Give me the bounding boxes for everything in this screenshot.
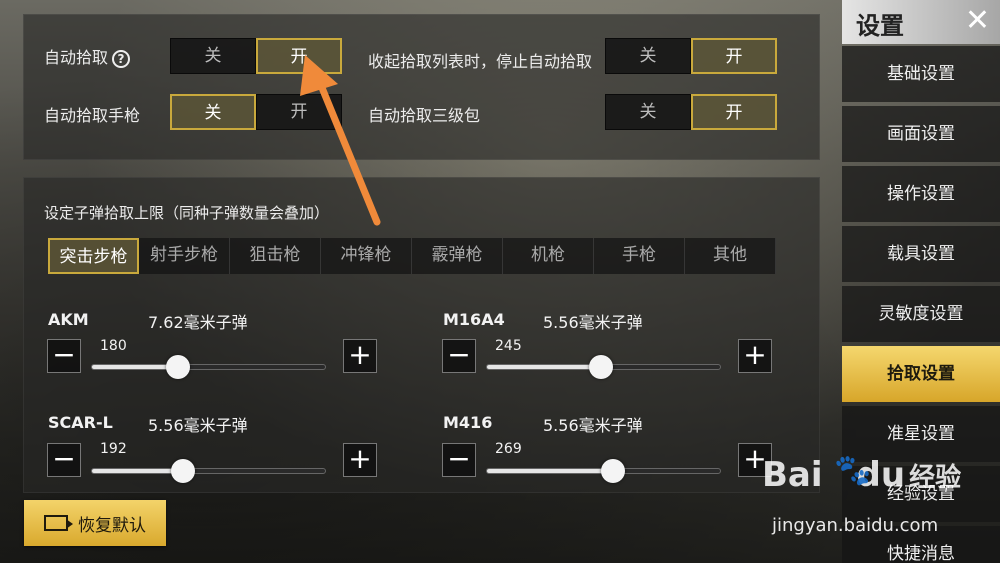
reset-defaults-button[interactable]: 恢复默认 [24,500,166,546]
settings-title: 设置 [856,12,904,40]
sidebar-item-basic[interactable]: 基础设置 [842,46,1000,102]
backpack-pickup-label: 自动拾取三级包 [368,106,481,125]
help-icon[interactable]: ? [112,49,131,68]
auto-pickup-text: 自动拾取 [44,48,109,67]
ammo-type: 5.56毫米子弹 [148,416,248,435]
paw-icon: 🐾 [834,453,872,488]
ammo-slider[interactable] [91,355,326,379]
sidebar-item-sensitivity[interactable]: 灵敏度设置 [842,286,1000,342]
sidebar-item-controls[interactable]: 操作设置 [842,166,1000,222]
slider-fill [487,469,613,473]
auto-pickup-toggle: 关 开 [170,38,342,74]
collapse-stop-off-button[interactable]: 关 [605,38,691,74]
gun-name: SCAR-L [48,413,113,432]
tab-lmg[interactable]: 机枪 [503,238,594,274]
backpack-pickup-toggle: 关 开 [605,94,777,130]
pistol-pickup-on-button[interactable]: 开 [256,94,342,130]
pistol-pickup-toggle: 关 开 [170,94,342,130]
pistol-pickup-off-button[interactable]: 关 [170,94,256,130]
slider-fill [487,365,602,369]
slider-knob[interactable] [589,355,614,379]
decrease-button[interactable]: − [442,339,476,373]
sidebar-item-vehicle[interactable]: 载具设置 [842,226,1000,282]
ammo-type: 5.56毫米子弹 [543,416,643,435]
tab-pistol[interactable]: 手枪 [594,238,685,274]
ammo-type: 5.56毫米子弹 [543,313,643,332]
ammo-limit-panel [23,177,820,493]
ammo-section-title: 设定子弹拾取上限（同种子弹数量会叠加） [44,204,330,222]
ammo-value: 180 [100,338,127,354]
pistol-pickup-label: 自动拾取手枪 [44,106,141,125]
baidu-watermark: Bai du 经验 🐾 jingyan.baidu.com [762,453,972,545]
close-icon[interactable]: ✕ [965,6,990,36]
tab-other[interactable]: 其他 [685,238,776,274]
slider-knob[interactable] [170,459,195,483]
decrease-button[interactable]: − [442,443,476,477]
ammo-value: 269 [495,441,522,457]
slider-knob[interactable] [600,459,625,483]
collapse-stop-on-button[interactable]: 开 [691,38,777,74]
tab-shotgun[interactable]: 霰弹枪 [412,238,503,274]
increase-button[interactable]: + [343,443,377,477]
ammo-value: 245 [495,338,522,354]
tab-dmr[interactable]: 射手步枪 [139,238,230,274]
increase-button[interactable]: + [738,339,772,373]
gun-name: AKM [48,310,89,329]
gun-name: M16A4 [443,310,505,329]
backpack-pickup-on-button[interactable]: 开 [691,94,777,130]
tab-sniper[interactable]: 狙击枪 [230,238,321,274]
auto-pickup-on-button[interactable]: 开 [256,38,342,74]
decrease-button[interactable]: − [47,339,81,373]
gun-name: M416 [443,413,493,432]
watermark-url: jingyan.baidu.com [772,515,939,536]
ammo-slider[interactable] [486,459,721,483]
backpack-pickup-off-button[interactable]: 关 [605,94,691,130]
collapse-stop-label: 收起拾取列表时，停止自动拾取 [368,52,593,71]
increase-button[interactable]: + [343,339,377,373]
collapse-stop-toggle: 关 开 [605,38,777,74]
tab-smg[interactable]: 冲锋枪 [321,238,412,274]
sidebar-header: 设置 ✕ [842,0,1000,44]
sidebar-item-pickup[interactable]: 拾取设置 [842,346,1000,402]
auto-pickup-label: 自动拾取? [44,44,131,68]
sidebar-item-graphics[interactable]: 画面设置 [842,106,1000,162]
decrease-button[interactable]: − [47,443,81,477]
reset-label: 恢复默认 [78,515,146,536]
reset-icon [44,515,73,531]
ammo-value: 192 [100,441,127,457]
ammo-type: 7.62毫米子弹 [148,313,248,332]
ammo-slider[interactable] [91,459,326,483]
slider-fill [92,469,183,473]
ammo-slider[interactable] [486,355,721,379]
weapon-type-tabs: 突击步枪 射手步枪 狙击枪 冲锋枪 霰弹枪 机枪 手枪 其他 [48,238,776,274]
auto-pickup-off-button[interactable]: 关 [170,38,256,74]
pickup-options-panel [23,14,820,160]
tab-assault-rifle[interactable]: 突击步枪 [48,238,139,274]
